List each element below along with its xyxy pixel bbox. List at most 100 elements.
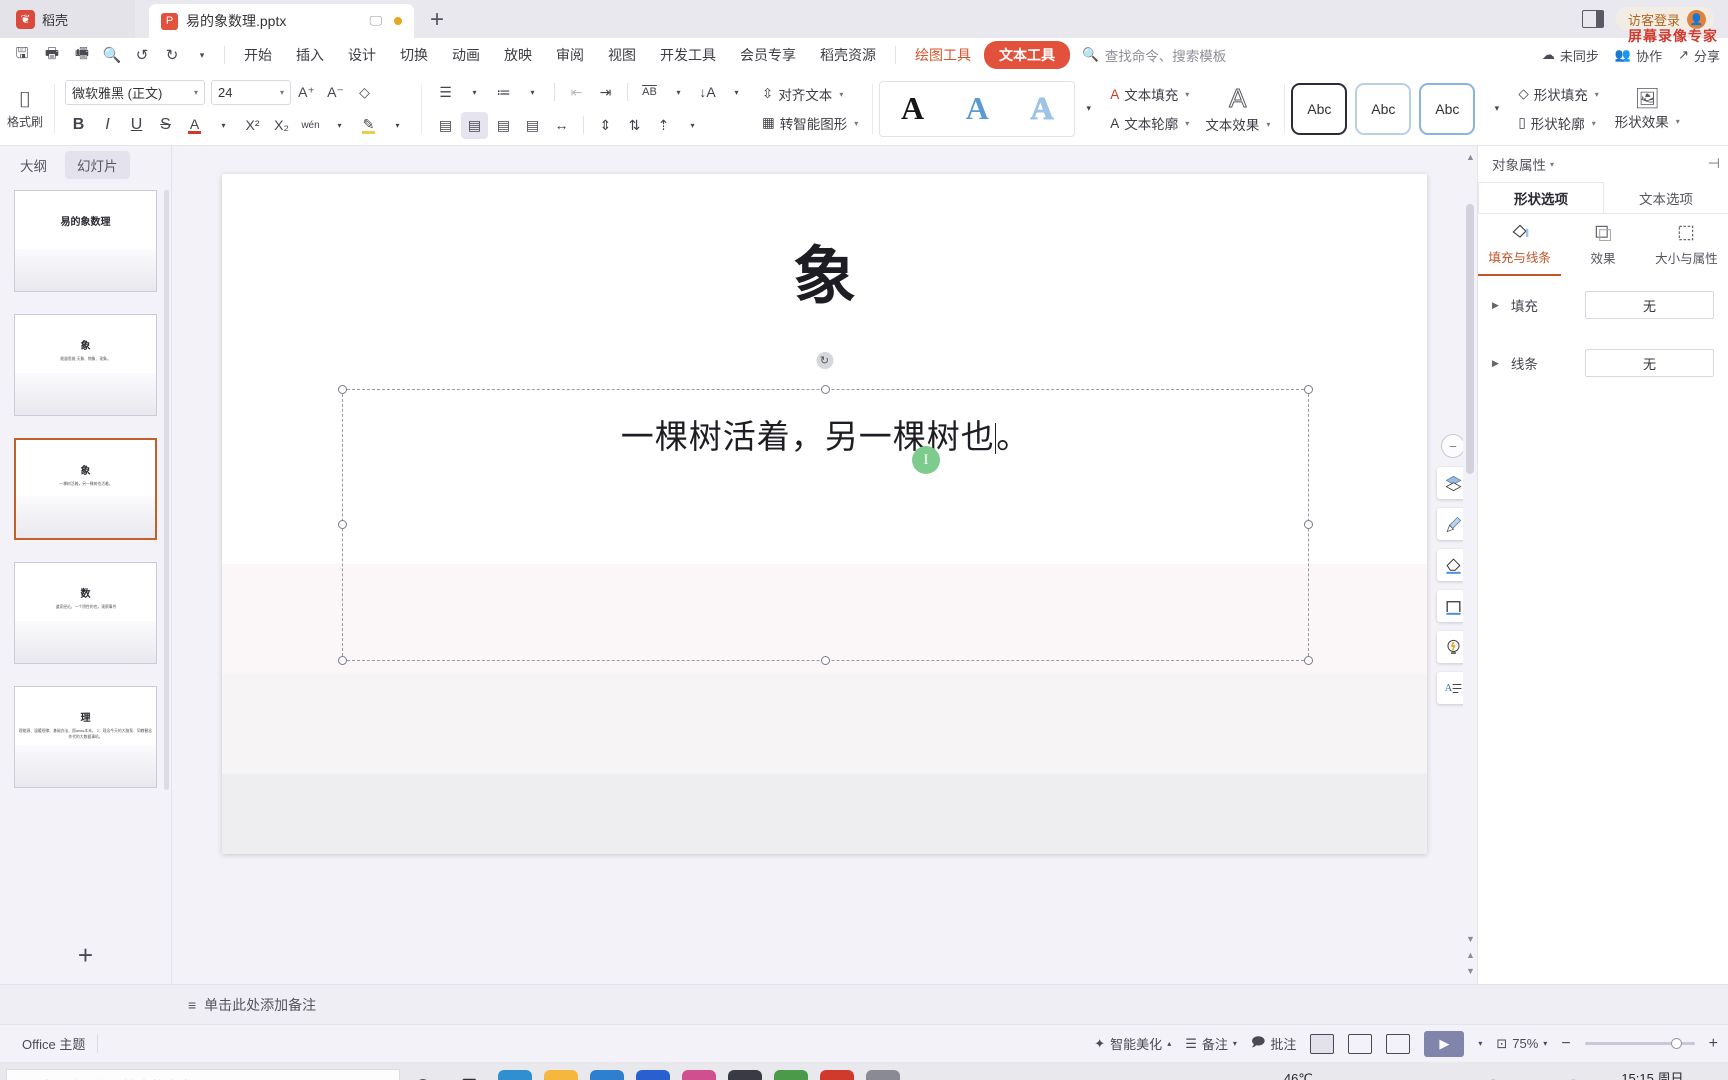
cortana-circle-icon[interactable]: ◯	[400, 1064, 446, 1080]
chevron-down-icon[interactable]: ▾	[1478, 1039, 1482, 1048]
italic-button[interactable]: I	[94, 112, 121, 139]
shrink-font-icon[interactable]: A⁻	[322, 79, 349, 106]
tab-fill-and-line[interactable]: 填充与线条	[1478, 214, 1562, 276]
selected-text-box[interactable]: 一棵树活着，另一棵树也。	[338, 385, 1313, 665]
shape-outline-button[interactable]: ▯ 形状轮廓 ▾	[1514, 109, 1602, 138]
line-spacing-icon[interactable]: ⇕	[592, 112, 619, 139]
tab-text-options[interactable]: 文本选项	[1604, 182, 1728, 213]
toggle-panel-icon[interactable]	[1581, 10, 1604, 28]
share-button[interactable]: ↗ 分享	[1678, 46, 1720, 65]
text-fill-button[interactable]: A 文本填充 ▾	[1106, 80, 1193, 109]
clear-format-icon[interactable]: ◇	[351, 79, 378, 106]
format-painter-icon[interactable]: ⌷	[18, 87, 31, 113]
line-value[interactable]: 无	[1584, 349, 1714, 377]
view-normal-icon[interactable]	[1310, 1033, 1335, 1054]
tab-shape-options[interactable]: 形状选项	[1478, 182, 1604, 213]
align-text-button[interactable]: ⇳ 对齐文本 ▾	[758, 80, 862, 109]
chevron-right-icon[interactable]: ▶	[1492, 358, 1499, 369]
text-effect-icon[interactable]: A	[1229, 83, 1247, 114]
collapse-toolbar-icon[interactable]: −	[1441, 434, 1465, 458]
distribute-icon[interactable]: ↔	[548, 112, 575, 139]
menu-tab-9[interactable]: 会员专享	[729, 41, 807, 69]
present-monitor-icon[interactable]: 🖵	[369, 13, 382, 29]
menu-tab-1[interactable]: 插入	[285, 41, 335, 69]
tab-size-properties[interactable]: 大小与属性	[1645, 214, 1728, 276]
shape-style-2[interactable]: Abc	[1419, 82, 1476, 135]
wordart-sample-0[interactable]: A	[901, 90, 924, 127]
shape-style-more-icon[interactable]: ▾	[1483, 95, 1510, 122]
comment-button[interactable]: 🗩 批注	[1251, 1033, 1296, 1055]
slide-body-text[interactable]: 一棵树活着，另一棵树也。	[343, 410, 1308, 458]
fill-value[interactable]: 无	[1584, 291, 1714, 319]
font-size-input[interactable]: 24 ▾	[211, 79, 291, 105]
zoom-in-button[interactable]: +	[1709, 1035, 1718, 1053]
grow-font-icon[interactable]: A⁺	[293, 79, 320, 106]
save-icon[interactable]: 🖫	[8, 42, 36, 68]
sync-status[interactable]: ☁ 未同步	[1542, 46, 1599, 65]
menu-tab-0[interactable]: 开始	[233, 41, 283, 69]
increase-indent-icon[interactable]: ⇥	[592, 79, 619, 106]
menu-tab-drawing-tools[interactable]: 绘图工具	[904, 41, 982, 69]
collaborate-button[interactable]: 👥 协作	[1615, 46, 1662, 65]
text-outline-button[interactable]: A 文本轮廓 ▾	[1106, 109, 1193, 138]
list-item[interactable]: 象 一棵树活着，另一棵树也活着。	[14, 438, 157, 540]
chevron-down-icon[interactable]: ▾	[326, 112, 353, 139]
cat-app-icon[interactable]: ▲	[722, 1064, 768, 1080]
document-tab[interactable]: P 易的象数理.pptx 🖵	[149, 4, 414, 38]
align-center-icon[interactable]: ▤	[461, 111, 488, 139]
align-left-icon[interactable]: ▤	[432, 112, 459, 139]
mail-icon[interactable]: ✉	[584, 1064, 630, 1080]
chevron-down-icon[interactable]: ▾	[679, 112, 706, 139]
view-sorter-icon[interactable]	[1348, 1033, 1373, 1054]
paragraph-spacing-icon[interactable]: ⇅	[621, 112, 648, 139]
resize-handle-se[interactable]	[1304, 656, 1313, 665]
list-item[interactable]: 易的象数理	[14, 190, 157, 292]
justify-icon[interactable]: ▤	[519, 112, 546, 139]
wordart-sample-1[interactable]: A	[966, 90, 989, 127]
tab-slides[interactable]: 幻灯片	[65, 151, 130, 179]
pinyin-guide-icon[interactable]: wén	[297, 112, 324, 139]
slide-canvas[interactable]: 象 ↻ 一棵树活着，另一棵树也。 I	[222, 174, 1427, 854]
taskbar-search-input[interactable]: 在这里输入你要搜索的内容	[6, 1069, 400, 1080]
resize-handle-nw[interactable]	[338, 385, 347, 394]
resize-handle-s[interactable]	[820, 656, 830, 665]
close-panel-icon[interactable]: ⊣	[1708, 155, 1720, 172]
chevron-right-icon[interactable]: ▶	[1492, 300, 1499, 311]
zoom-out-button[interactable]: −	[1561, 1035, 1570, 1053]
menu-tab-text-tools[interactable]: 文本工具	[984, 41, 1070, 69]
chevron-down-icon[interactable]: ▾	[461, 79, 488, 106]
list-item[interactable]: 理 理能源、温暖规律、基础办法、照ания本末。 2、观念今天的大脑泵、同教観念…	[14, 686, 157, 788]
line-section[interactable]: ▶ 线条 无	[1478, 334, 1728, 392]
notes-bar[interactable]: ≡ 单击此处添加备注	[0, 984, 1728, 1024]
chevron-down-icon[interactable]: ▾	[384, 112, 411, 139]
shape-style-1[interactable]: Abc	[1355, 82, 1412, 135]
chevron-down-icon[interactable]: ▾	[1550, 160, 1554, 169]
customize-icon[interactable]: ▾	[188, 42, 216, 68]
convert-smartart-button[interactable]: ▦ 转智能图形 ▾	[758, 109, 862, 138]
decrease-indent-icon[interactable]: ⇤	[563, 79, 590, 106]
scroll-down-icon[interactable]: ▼	[1466, 934, 1475, 944]
edge-icon[interactable]: e	[492, 1064, 538, 1080]
tab-effects[interactable]: 效果	[1561, 214, 1644, 276]
strikethrough-button[interactable]: S	[152, 112, 179, 139]
shape-effect-icon[interactable]: 🖼	[1635, 86, 1660, 111]
font-name-input[interactable]: 微软雅黑 (正文) ▾	[65, 79, 205, 105]
chevron-down-icon[interactable]: ▾	[519, 79, 546, 106]
canvas-vertical-scrollbar[interactable]: ▲ ▼ ▲ ▼	[1463, 146, 1477, 984]
task-view-icon[interactable]: ❐	[446, 1064, 492, 1080]
resize-handle-ne[interactable]	[1304, 385, 1313, 394]
font-color-icon[interactable]: A	[181, 112, 208, 139]
menu-tab-7[interactable]: 视图	[597, 41, 647, 69]
menu-tab-8[interactable]: 开发工具	[649, 41, 727, 69]
resize-handle-e[interactable]	[1304, 520, 1313, 529]
print-icon[interactable]: 🖶	[38, 42, 66, 68]
list-item[interactable]: 数 道家经论，一个阴性的也，观察事件	[14, 562, 157, 664]
resize-handle-sw[interactable]	[338, 656, 347, 665]
thumbnail-scrollbar[interactable]	[164, 190, 169, 790]
character-spacing-icon[interactable]: AB	[636, 79, 663, 106]
theme-label[interactable]: Office 主题	[10, 1034, 99, 1053]
text-highlight-icon[interactable]: ✎	[355, 112, 382, 139]
wps-writer-icon[interactable]: W	[630, 1064, 676, 1080]
scroll-thumb[interactable]	[1466, 204, 1474, 474]
menu-tab-6[interactable]: 审阅	[545, 41, 595, 69]
